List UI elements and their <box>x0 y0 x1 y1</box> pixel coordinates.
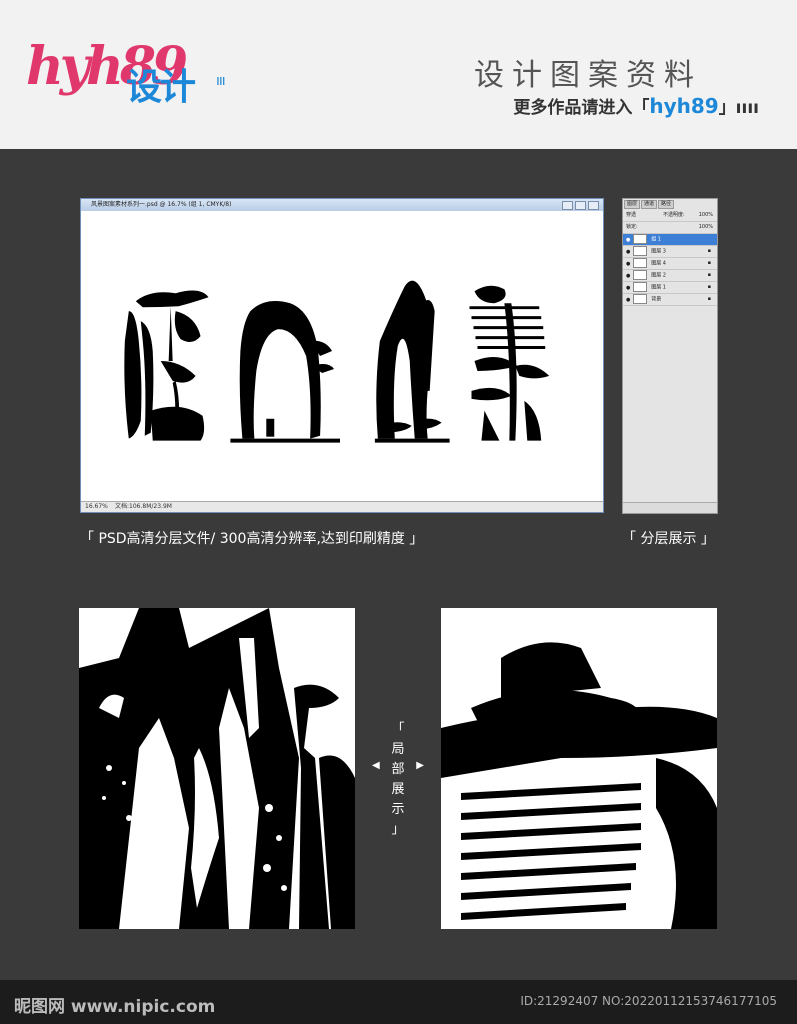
site-watermark[interactable]: 昵图网 www.nipic.com <box>14 992 215 1017</box>
lock-icon: ▪ <box>707 272 711 278</box>
layer-thumbnail <box>632 282 647 292</box>
lock-icon: ▪ <box>707 284 711 290</box>
tab-channels[interactable]: 通道 <box>641 200 658 209</box>
logo-cn: 设计 <box>126 67 196 108</box>
layer-row[interactable]: ● 图层 4 ▪ <box>623 258 717 270</box>
header: hyh89 设计 ııı 设计图案资料 更多作品请进入「hyh89」ıııı <box>0 0 797 149</box>
layer-row[interactable]: ● 图层 2 ▪ <box>623 270 717 282</box>
footer-bar: 昵图网 www.nipic.com ID:21292407 NO:2022011… <box>0 980 797 1024</box>
bracket-open: 「 <box>391 722 405 737</box>
landscape-artwork-4 <box>469 285 550 441</box>
lock-label: 锁定: <box>626 224 638 230</box>
close-button[interactable] <box>588 201 599 210</box>
subtitle-suffix: 」ıııı <box>718 98 759 118</box>
document-canvas[interactable] <box>81 211 603 503</box>
label-char: 示 <box>391 802 405 817</box>
lock-icon: ▪ <box>707 248 711 254</box>
detail-image-left <box>79 608 355 929</box>
layer-row-group[interactable]: ● 组 1 <box>623 234 717 246</box>
lock-row: 锁定: 100% <box>623 222 717 234</box>
landscape-artwork-1 <box>124 290 209 441</box>
page-subtitle: 更多作品请进入「hyh89」ıııı <box>513 93 759 118</box>
opacity-label: 不透明度: <box>663 212 685 218</box>
layers-panel-footer <box>623 502 717 513</box>
label-char: 局 <box>391 742 405 757</box>
page-title: 设计图案资料 <box>474 58 702 93</box>
panel-tabs: 图层 通道 路径 <box>623 199 717 210</box>
window-titlebar[interactable]: 风景图案素材系列一.psd @ 16.7% (组 1, CMYK/8) <box>81 199 603 211</box>
brand-logo: hyh89 设计 ııı <box>26 28 236 128</box>
logo-bars: ııı <box>216 73 226 89</box>
label-char: 展 <box>391 782 405 797</box>
eye-icon[interactable]: ● <box>626 235 631 246</box>
layers-panel[interactable]: 图层 通道 路径 穿透 不透明度: 100% 锁定: 100% ● 组 1 ● … <box>622 198 718 514</box>
eye-icon[interactable]: ● <box>626 259 631 270</box>
partial-display-label: 「 局 部 展 示 」 ◀ ▶ <box>372 720 424 837</box>
layer-row[interactable]: ● 图层 1 ▪ <box>623 282 717 294</box>
zoom-level[interactable]: 16.67% <box>85 502 108 512</box>
fill-value[interactable]: 100% <box>699 222 713 233</box>
landscape-artwork-2 <box>230 300 341 443</box>
lock-icon: ▪ <box>707 260 711 266</box>
blend-mode-select[interactable]: 穿透 <box>626 212 636 218</box>
status-bar: 16.67% 文档:106.8M/23.9M <box>81 501 603 512</box>
document-size: 文档:106.8M/23.9M <box>115 503 172 510</box>
opacity-value[interactable]: 100% <box>699 210 713 221</box>
subtitle-brand: hyh89 <box>649 94 719 118</box>
layer-name: 图层 1 <box>651 284 666 291</box>
caption-layer-display: 「 分层展示 」 <box>622 531 715 547</box>
folder-icon <box>632 234 647 244</box>
arrow-right-icon: ▶ <box>416 760 424 771</box>
layer-row[interactable]: ● 图层 3 ▪ <box>623 246 717 258</box>
eye-icon[interactable]: ● <box>626 283 631 294</box>
layer-thumbnail <box>632 270 647 280</box>
minimize-button[interactable] <box>562 201 573 210</box>
layer-thumbnail <box>632 294 647 304</box>
detail-artwork-hill <box>441 608 717 929</box>
layer-name: 背景 <box>651 296 662 303</box>
layer-name: 图层 3 <box>651 248 666 255</box>
caption-psd-info: 「 PSD高清分层文件/ 300高清分辨率,达到印刷精度 」 <box>80 531 424 547</box>
layer-thumbnail <box>632 258 647 268</box>
photoshop-document-window[interactable]: 风景图案素材系列一.psd @ 16.7% (组 1, CMYK/8) 16.6… <box>80 198 604 513</box>
bracket-close: 」 <box>391 822 405 837</box>
blend-mode-row: 穿透 不透明度: 100% <box>623 210 717 222</box>
layer-thumbnail <box>632 246 647 256</box>
detail-image-right <box>441 608 717 929</box>
eye-icon[interactable]: ● <box>626 247 631 258</box>
maximize-button[interactable] <box>575 201 586 210</box>
window-title: 风景图案素材系列一.psd @ 16.7% (组 1, CMYK/8) <box>91 201 232 208</box>
window-controls <box>562 201 599 210</box>
landscape-artwork-3 <box>374 280 450 443</box>
layer-name: 图层 2 <box>651 272 666 279</box>
layer-name: 图层 4 <box>651 260 666 267</box>
subtitle-prefix: 更多作品请进入「 <box>513 98 650 118</box>
eye-icon[interactable]: ● <box>626 295 631 306</box>
layer-row-background[interactable]: ● 背景 ▪ <box>623 294 717 306</box>
arrow-left-icon: ◀ <box>372 760 380 771</box>
layer-name: 组 1 <box>651 236 661 243</box>
detail-artwork-rocks <box>79 608 355 929</box>
tab-layers[interactable]: 图层 <box>624 200 641 209</box>
eye-icon[interactable]: ● <box>626 271 631 282</box>
tab-paths[interactable]: 路径 <box>658 200 675 209</box>
image-id: ID:21292407 NO:20220112153746177105 <box>520 994 777 1008</box>
lock-icon: ▪ <box>707 296 711 302</box>
